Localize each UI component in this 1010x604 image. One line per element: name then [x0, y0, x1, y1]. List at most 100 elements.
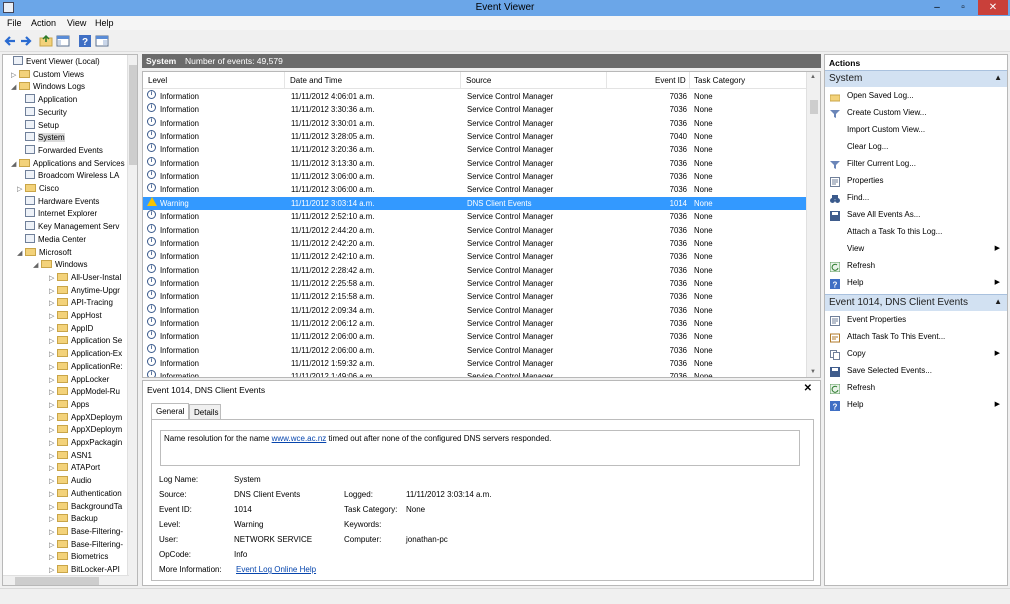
- event-list-scrollbar[interactable]: ▲ ▼: [806, 72, 820, 377]
- event-row[interactable]: i Information 11/11/2012 2:28:42 a.m. Servi…: [143, 263, 806, 277]
- expand-arrow-icon[interactable]: ▷: [49, 438, 57, 450]
- tree-item[interactable]: ▷ AppXDeploym: [49, 412, 122, 425]
- event-row[interactable]: i Information 11/11/2012 3:28:05 a.m. Servi…: [143, 130, 806, 143]
- show-hide-action-pane-icon[interactable]: [95, 34, 109, 48]
- action-item[interactable]: Create Custom View...: [825, 105, 1007, 121]
- column-header-source[interactable]: Source: [466, 76, 491, 85]
- tab-details[interactable]: Details: [189, 404, 221, 420]
- expand-arrow-icon[interactable]: ▷: [49, 298, 57, 310]
- event-row[interactable]: i Information 11/11/2012 3:30:36 a.m. Servi…: [143, 103, 806, 116]
- menu-view[interactable]: View: [67, 18, 86, 28]
- column-header-task-category[interactable]: Task Category: [694, 76, 745, 85]
- expand-arrow-icon[interactable]: ▷: [49, 286, 57, 298]
- menu-action[interactable]: Action: [31, 18, 56, 28]
- tree-item[interactable]: Broadcom Wireless LA: [17, 170, 119, 183]
- tree-item[interactable]: Key Management Serv: [17, 221, 119, 234]
- tree-item[interactable]: System: [17, 132, 65, 145]
- tree-item[interactable]: ▷ Authentication: [49, 488, 122, 501]
- event-row[interactable]: i Information 11/11/2012 3:06:00 a.m. Servi…: [143, 183, 806, 196]
- menu-help[interactable]: Help: [95, 18, 114, 28]
- collapse-caret-icon[interactable]: ▲: [994, 73, 1002, 82]
- action-item[interactable]: View ▶: [825, 241, 1007, 257]
- expand-arrow-icon[interactable]: ▷: [49, 413, 57, 425]
- tree-item[interactable]: ▷ AppLocker: [49, 374, 109, 387]
- action-item[interactable]: Properties: [825, 173, 1007, 189]
- event-row[interactable]: i Information 11/11/2012 3:30:01 a.m. Servi…: [143, 116, 806, 130]
- action-item[interactable]: Filter Current Log...: [825, 156, 1007, 172]
- actions-section-header[interactable]: System ▲: [825, 70, 1007, 87]
- event-row[interactable]: i Information 11/11/2012 2:42:10 a.m. Servi…: [143, 250, 806, 263]
- action-item[interactable]: ? Help ▶: [825, 275, 1007, 291]
- scroll-up-arrow-icon[interactable]: ▲: [810, 74, 816, 80]
- expand-arrow-icon[interactable]: ▷: [49, 349, 57, 361]
- column-header-event-id[interactable]: Event ID: [655, 76, 686, 85]
- expand-arrow-icon[interactable]: ▷: [49, 311, 57, 323]
- action-item[interactable]: Event Properties: [825, 312, 1007, 328]
- tree-item[interactable]: Event Viewer (Local): [5, 56, 100, 69]
- event-row[interactable]: i Information 11/11/2012 2:15:58 a.m. Servi…: [143, 290, 806, 303]
- tree-item[interactable]: ▷ Base-Filtering-: [49, 539, 123, 552]
- event-row[interactable]: i Information 11/11/2012 1:49:06 a.m. Servi…: [143, 370, 806, 377]
- back-arrow-icon[interactable]: [3, 34, 17, 48]
- console-tree[interactable]: ▷ BitLocker-API ▷ Biometrics ▷ Base-Filtering…: [2, 54, 138, 586]
- description-hostname-link[interactable]: www.wce.ac.nz: [272, 434, 327, 443]
- expand-arrow-icon[interactable]: ▷: [49, 375, 57, 387]
- tree-horizontal-scroll-thumb[interactable]: [15, 577, 99, 585]
- tree-vertical-scroll-thumb[interactable]: [129, 65, 137, 165]
- action-item[interactable]: Save Selected Events...: [825, 363, 1007, 379]
- action-item[interactable]: Find...: [825, 190, 1007, 206]
- expand-arrow-icon[interactable]: ▷: [49, 540, 57, 552]
- collapse-arrow-icon[interactable]: ◢: [33, 260, 41, 272]
- event-row[interactable]: i Information 11/11/2012 1:59:32 a.m. Servi…: [143, 357, 806, 370]
- event-row[interactable]: i Information 11/11/2012 3:13:30 a.m. Servi…: [143, 156, 806, 170]
- event-row[interactable]: i Information 11/11/2012 2:06:00 a.m. Servi…: [143, 330, 806, 343]
- tree-item[interactable]: ▷ AppHost: [49, 310, 102, 323]
- tree-item[interactable]: ▷ Custom Views: [11, 69, 84, 82]
- event-description[interactable]: Name resolution for the name www.wce.ac.…: [160, 430, 800, 466]
- event-row[interactable]: i Information 11/11/2012 3:06:00 a.m. Servi…: [143, 170, 806, 183]
- actions-section-header[interactable]: Event 1014, DNS Client Events ▲: [825, 294, 1007, 311]
- action-item[interactable]: Refresh: [825, 380, 1007, 396]
- tree-item[interactable]: ▷ Backup: [49, 513, 98, 526]
- event-row[interactable]: Warning 11/11/2012 3:03:14 a.m. DNS Client…: [143, 196, 806, 211]
- expand-arrow-icon[interactable]: ▷: [49, 502, 57, 514]
- expand-arrow-icon[interactable]: ▷: [11, 70, 19, 82]
- collapse-arrow-icon[interactable]: ◢: [11, 159, 19, 171]
- event-row[interactable]: i Information 11/11/2012 4:06:01 a.m. Servi…: [143, 90, 806, 103]
- expand-arrow-icon[interactable]: ▷: [49, 387, 57, 399]
- tree-item[interactable]: Forwarded Events: [17, 144, 103, 158]
- show-hide-console-tree-icon[interactable]: [56, 34, 70, 48]
- tree-item[interactable]: ▷ ApplicationRe:: [49, 361, 123, 374]
- tree-item[interactable]: ◢ Microsoft: [17, 247, 71, 260]
- expand-arrow-icon[interactable]: ▷: [49, 336, 57, 348]
- tree-item[interactable]: ▷ Application-Ex: [49, 348, 122, 361]
- action-item[interactable]: Attach a Task To this Log...: [825, 224, 1007, 240]
- tree-item[interactable]: ◢ Windows Logs: [11, 81, 85, 94]
- tree-item[interactable]: ▷ AppModel-Ru: [49, 386, 120, 399]
- tree-item[interactable]: Media Center: [17, 233, 86, 247]
- tree-item[interactable]: ▷ AppxPackagin: [49, 437, 122, 450]
- tree-item[interactable]: ◢ Windows: [33, 259, 87, 272]
- column-header-level[interactable]: Level: [148, 76, 167, 85]
- expand-arrow-icon[interactable]: ▷: [49, 273, 57, 285]
- expand-arrow-icon[interactable]: ▷: [49, 463, 57, 475]
- event-row[interactable]: i Information 11/11/2012 2:42:20 a.m. Servi…: [143, 236, 806, 250]
- expand-arrow-icon[interactable]: ▷: [49, 451, 57, 463]
- tree-item[interactable]: ▷ BackgroundTa: [49, 501, 122, 514]
- action-item[interactable]: Open Saved Log...: [825, 88, 1007, 104]
- folder-up-icon[interactable]: [39, 34, 53, 48]
- expand-arrow-icon[interactable]: ▷: [49, 552, 57, 564]
- tree-item[interactable]: ▷ AppXDeploym: [49, 424, 122, 437]
- action-item[interactable]: Attach Task To This Event...: [825, 329, 1007, 345]
- expand-arrow-icon[interactable]: ▷: [49, 476, 57, 488]
- maximize-button[interactable]: ▫: [950, 0, 976, 15]
- tree-horizontal-scrollbar[interactable]: [3, 575, 129, 585]
- tree-item[interactable]: ▷ Biometrics: [49, 551, 108, 564]
- minimize-button[interactable]: –: [924, 0, 950, 15]
- expand-arrow-icon[interactable]: ▷: [49, 527, 57, 539]
- help-icon[interactable]: ?: [78, 34, 92, 48]
- event-row[interactable]: i Information 11/11/2012 2:06:00 a.m. Servi…: [143, 343, 806, 357]
- event-row[interactable]: i Information 11/11/2012 2:52:10 a.m. Servi…: [143, 210, 806, 223]
- tree-item[interactable]: Hardware Events: [17, 195, 99, 209]
- tree-item[interactable]: ▷ All-User-Instal: [49, 272, 121, 285]
